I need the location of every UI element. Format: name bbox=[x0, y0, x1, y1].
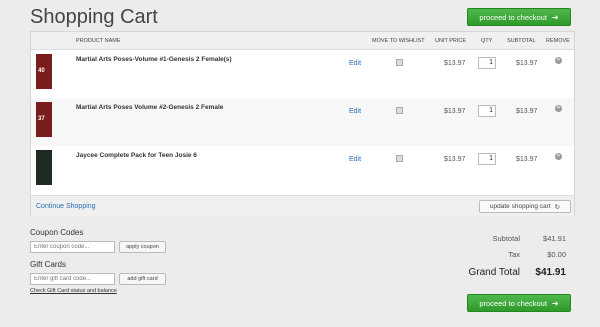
coupon-input-wrap bbox=[30, 241, 115, 253]
qty-input[interactable]: 1 bbox=[478, 153, 496, 165]
wishlist-checkbox[interactable] bbox=[396, 155, 403, 162]
edit-link[interactable]: Edit bbox=[349, 156, 361, 163]
gift-card-status-link[interactable]: Check Gift Card status and balance bbox=[30, 288, 117, 294]
cart-table: PRODUCT NAME MOVE TO WISHLIST UNIT PRICE… bbox=[30, 31, 575, 216]
checkout-button-top[interactable]: proceed to checkout ➜ bbox=[467, 8, 571, 26]
gift-card-input[interactable] bbox=[34, 276, 114, 282]
grand-total-value: $41.91 bbox=[535, 267, 566, 278]
unit-price: $13.97 bbox=[444, 108, 466, 115]
qty-input[interactable]: 1 bbox=[478, 105, 496, 117]
checkout-button-bottom[interactable]: proceed to checkout ➜ bbox=[467, 294, 571, 312]
arrow-right-icon: ➜ bbox=[551, 298, 559, 308]
row-subtotal: $13.97 bbox=[516, 108, 538, 115]
update-cart-button[interactable]: update shopping cart ↻ bbox=[479, 200, 571, 213]
coupon-input[interactable] bbox=[34, 244, 114, 250]
subtotal-value: $41.91 bbox=[543, 234, 566, 243]
table-header: PRODUCT NAME MOVE TO WISHLIST UNIT PRICE… bbox=[31, 32, 574, 50]
tax-value: $0.00 bbox=[547, 250, 566, 259]
header-qty: QTY bbox=[481, 38, 493, 44]
remove-icon[interactable]: ✕ bbox=[555, 153, 562, 160]
header-product-name: PRODUCT NAME bbox=[76, 38, 121, 44]
product-name[interactable]: Martial Arts Poses Volume #2-Genesis 2 F… bbox=[76, 104, 223, 111]
header-remove: REMOVE bbox=[546, 38, 570, 44]
add-gift-card-button[interactable]: add gift card bbox=[119, 273, 166, 285]
header-move-to-wishlist: MOVE TO WISHLIST bbox=[372, 38, 425, 44]
header-unit-price: UNIT PRICE bbox=[435, 38, 467, 44]
page-title: Shopping Cart bbox=[30, 6, 158, 28]
checkout-label: proceed to checkout bbox=[479, 12, 547, 22]
wishlist-checkbox[interactable] bbox=[396, 107, 403, 114]
tax-line: Tax $0.00 bbox=[440, 250, 566, 260]
arrow-right-icon: ➜ bbox=[551, 12, 559, 22]
product-name[interactable]: Jaycee Complete Pack for Teen Josie 6 bbox=[76, 152, 197, 159]
edit-link[interactable]: Edit bbox=[349, 60, 361, 67]
checkout-label: proceed to checkout bbox=[479, 298, 547, 308]
tax-label: Tax bbox=[508, 250, 520, 259]
product-thumbnail[interactable]: 40 bbox=[36, 54, 52, 89]
refresh-icon: ↻ bbox=[554, 203, 561, 211]
continue-shopping-link[interactable]: Continue Shopping bbox=[36, 203, 96, 210]
subtotal-line: Subtotal $41.91 bbox=[440, 234, 566, 244]
product-thumbnail[interactable] bbox=[36, 150, 52, 185]
subtotal-label: Subtotal bbox=[492, 234, 520, 243]
grand-total-label: Grand Total bbox=[468, 267, 520, 278]
gift-heading: Gift Cards bbox=[30, 260, 67, 269]
coupon-heading: Coupon Codes bbox=[30, 228, 84, 237]
row-subtotal: $13.97 bbox=[516, 156, 538, 163]
row-subtotal: $13.97 bbox=[516, 60, 538, 67]
wishlist-checkbox[interactable] bbox=[396, 59, 403, 66]
remove-icon[interactable]: ✕ bbox=[555, 105, 562, 112]
gift-input-wrap bbox=[30, 273, 115, 285]
edit-link[interactable]: Edit bbox=[349, 108, 361, 115]
grand-total-line: Grand Total $41.91 bbox=[440, 267, 566, 280]
unit-price: $13.97 bbox=[444, 156, 466, 163]
qty-input[interactable]: 1 bbox=[478, 57, 496, 69]
update-cart-label: update shopping cart bbox=[489, 203, 551, 210]
table-row: 40 Martial Arts Poses-Volume #1-Genesis … bbox=[31, 50, 574, 98]
header-subtotal: SUBTOTAL bbox=[507, 38, 536, 44]
table-row: 37 Martial Arts Poses Volume #2-Genesis … bbox=[31, 98, 574, 146]
cart-footer: Continue Shopping update shopping cart ↻ bbox=[31, 195, 574, 216]
remove-icon[interactable]: ✕ bbox=[555, 57, 562, 64]
apply-coupon-button[interactable]: apply coupon bbox=[119, 241, 166, 253]
product-thumbnail[interactable]: 37 bbox=[36, 102, 52, 137]
product-name[interactable]: Martial Arts Poses-Volume #1-Genesis 2 F… bbox=[76, 56, 232, 63]
table-row: Jaycee Complete Pack for Teen Josie 6 Ed… bbox=[31, 146, 574, 194]
unit-price: $13.97 bbox=[444, 60, 466, 67]
